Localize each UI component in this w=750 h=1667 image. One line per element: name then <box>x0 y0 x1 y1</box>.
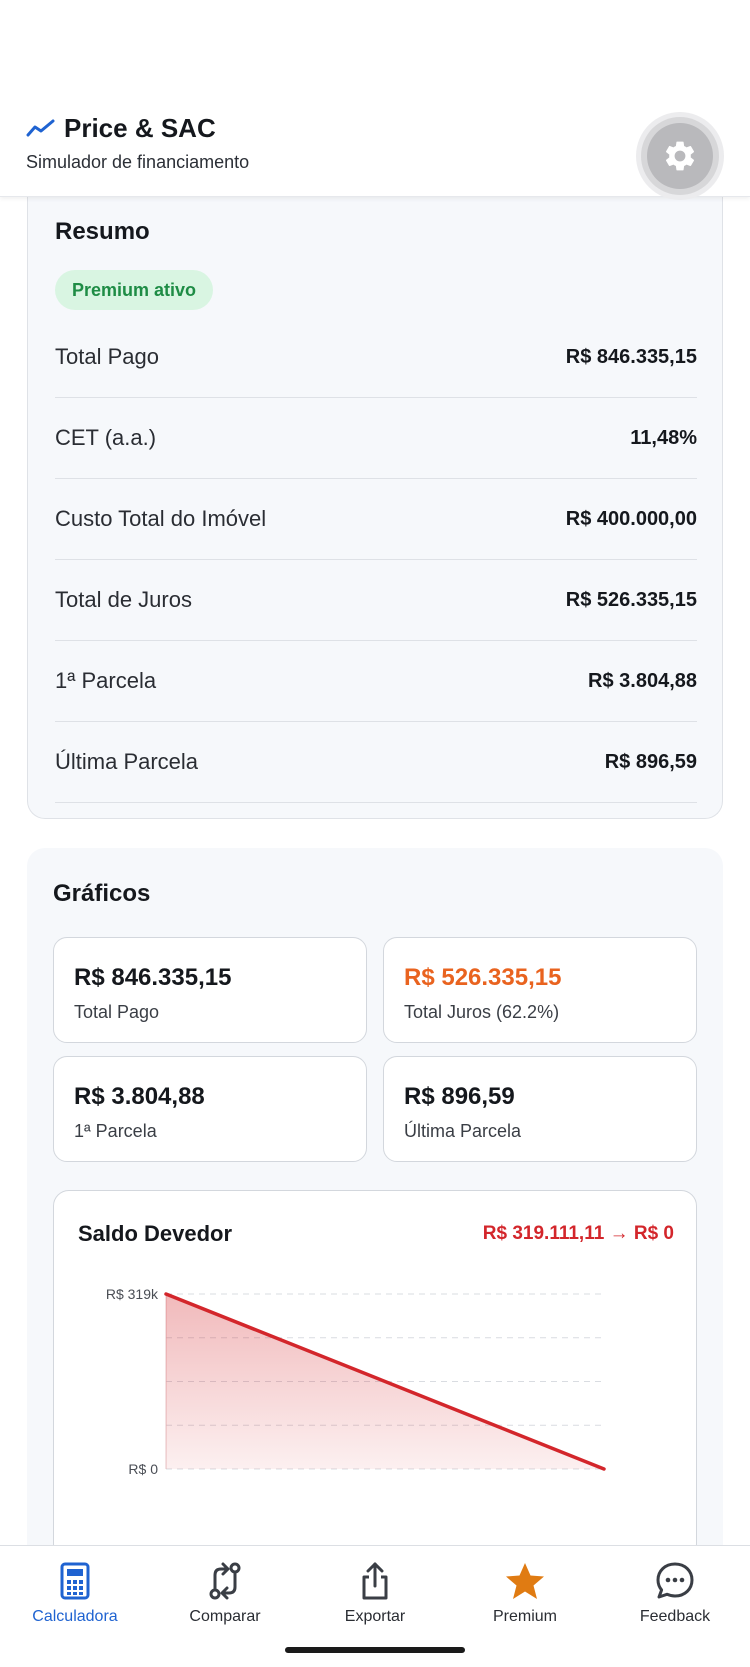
brand: Price & SAC <box>26 113 216 144</box>
stat-label: Total Pago <box>74 1002 160 1022</box>
nav-label: Comparar <box>189 1608 261 1625</box>
compare-icon <box>209 1562 241 1600</box>
stat-value: R$ 896,59 <box>404 1083 515 1110</box>
nav-label: Exportar <box>344 1608 406 1625</box>
share-icon <box>362 1562 388 1600</box>
gear-icon <box>665 141 695 171</box>
stat-total-pago: R$ 846.335,15 Total Pago <box>53 937 367 1043</box>
charts-card: Gráficos R$ 846.335,15 Total Pago R$ 526… <box>27 848 723 1568</box>
summary-title: Resumo <box>55 218 150 245</box>
app-title: Price & SAC <box>64 113 216 143</box>
row-value: R$ 846.335,15 <box>565 345 697 368</box>
premium-badge: Premium ativo <box>55 270 214 310</box>
row-value: R$ 526.335,15 <box>565 588 697 611</box>
y-tick-label-top: R$ 319k <box>106 1286 159 1302</box>
calculator-icon <box>60 1562 90 1600</box>
charts-title: Gráficos <box>53 880 151 907</box>
chat-bubble-icon <box>656 1562 694 1599</box>
row-label: Última Parcela <box>55 749 199 774</box>
y-tick-label-bottom: R$ 0 <box>128 1461 158 1477</box>
stat-label: 1ª Parcela <box>74 1121 157 1141</box>
home-indicator <box>285 1647 465 1653</box>
summary-row-cet: CET (a.a.) 11,48% <box>55 398 697 479</box>
nav-item-exportar[interactable]: Exportar <box>300 1558 450 1626</box>
nav-label: Premium <box>492 1608 557 1625</box>
row-label: 1ª Parcela <box>55 668 157 693</box>
stat-label: Total Juros (62.2%) <box>404 1002 560 1022</box>
summary-card: Resumo Premium ativo Total Pago R$ 846.3… <box>27 180 723 819</box>
settings-button[interactable] <box>641 117 719 195</box>
nav-item-calculadora[interactable]: Calculadora <box>0 1558 150 1626</box>
summary-row-primeira-parcela: 1ª Parcela R$ 3.804,88 <box>55 641 697 722</box>
nav-label: Feedback <box>639 1608 711 1625</box>
app-header: Price & SAC Simulador de financiamento <box>0 0 750 197</box>
star-icon <box>506 1563 544 1599</box>
row-label: CET (a.a.) <box>55 425 157 450</box>
summary-rows: Total Pago R$ 846.335,15 CET (a.a.) 11,4… <box>55 317 697 803</box>
nav-label: Calculadora <box>32 1608 118 1625</box>
stat-total-juros: R$ 526.335,15 Total Juros (62.2%) <box>383 937 697 1043</box>
stat-value: R$ 526.335,15 <box>404 964 562 991</box>
row-value: R$ 896,59 <box>604 750 697 773</box>
stat-primeira-parcela: R$ 3.804,88 1ª Parcela <box>53 1056 367 1162</box>
settings-button-inner[interactable] <box>647 123 713 189</box>
row-label: Total de Juros <box>55 587 192 612</box>
nav-item-feedback[interactable]: Feedback <box>600 1558 750 1626</box>
stat-ultima-parcela: R$ 896,59 Última Parcela <box>383 1056 697 1162</box>
summary-row-total-juros: Total de Juros R$ 526.335,15 <box>55 560 697 641</box>
summary-row-ultima-parcela: Última Parcela R$ 896,59 <box>55 722 697 803</box>
trending-line-icon <box>26 119 55 136</box>
row-label: Custo Total do Imóvel <box>55 506 267 531</box>
row-label: Total Pago <box>55 344 159 369</box>
nav-item-comparar[interactable]: Comparar <box>150 1558 300 1626</box>
stat-value: R$ 3.804,88 <box>74 1083 205 1110</box>
app-subtitle: Simulador de financiamento <box>26 152 250 172</box>
summary-row-total-pago: Total Pago R$ 846.335,15 <box>55 317 697 398</box>
bottom-navigation: Calculadora Comparar Exportar Premium Fe… <box>0 1545 750 1667</box>
nav-item-premium[interactable]: Premium <box>450 1558 600 1626</box>
summary-row-custo-total: Custo Total do Imóvel R$ 400.000,00 <box>55 479 697 560</box>
row-value: 11,48% <box>630 426 697 449</box>
row-value: R$ 400.000,00 <box>565 507 697 530</box>
row-value: R$ 3.804,88 <box>588 669 697 692</box>
chart-plot: R$ 319k R$ 0 <box>106 1286 606 1477</box>
stat-label: Última Parcela <box>404 1121 522 1141</box>
stat-value: R$ 846.335,15 <box>74 964 232 991</box>
saldo-devedor-chart: Saldo Devedor R$ 319.111,11 → R$ 0 R$ 31… <box>53 1190 697 1560</box>
